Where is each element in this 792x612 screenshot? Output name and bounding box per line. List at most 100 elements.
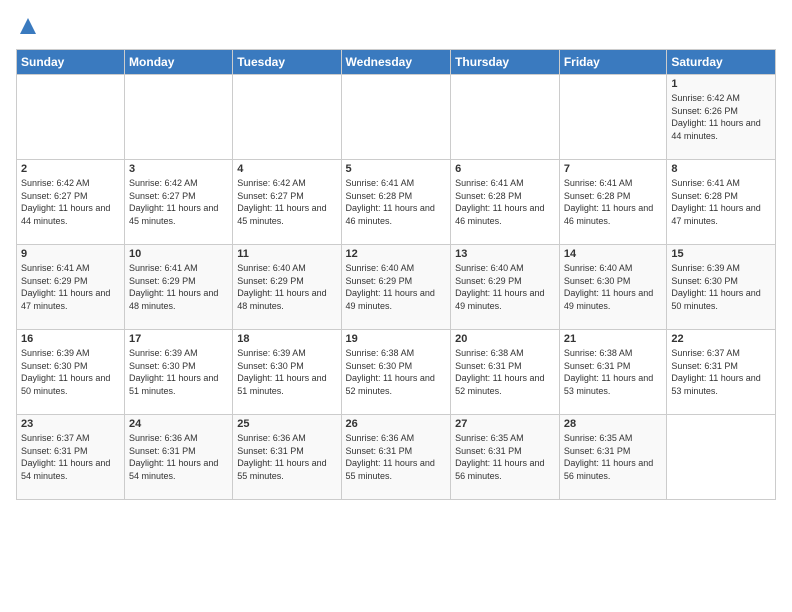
calendar-cell: 10 Sunrise: 6:41 AM Sunset: 6:29 PM Dayli… (125, 245, 233, 330)
calendar-cell: 26 Sunrise: 6:36 AM Sunset: 6:31 PM Dayli… (341, 415, 451, 500)
calendar-cell: 2 Sunrise: 6:42 AM Sunset: 6:27 PM Daylig… (17, 160, 125, 245)
day-info: Sunrise: 6:36 AM Sunset: 6:31 PM Dayligh… (237, 432, 336, 482)
day-number: 23 (21, 418, 120, 430)
day-info: Sunrise: 6:40 AM Sunset: 6:29 PM Dayligh… (455, 262, 555, 312)
day-info: Sunrise: 6:41 AM Sunset: 6:28 PM Dayligh… (346, 177, 447, 227)
logo-icon (18, 16, 38, 36)
day-info: Sunrise: 6:40 AM Sunset: 6:29 PM Dayligh… (346, 262, 447, 312)
day-number: 16 (21, 333, 120, 345)
day-info: Sunrise: 6:41 AM Sunset: 6:29 PM Dayligh… (21, 262, 120, 312)
calendar-cell: 16 Sunrise: 6:39 AM Sunset: 6:30 PM Dayli… (17, 330, 125, 415)
day-number: 11 (237, 248, 336, 260)
day-info: Sunrise: 6:39 AM Sunset: 6:30 PM Dayligh… (237, 347, 336, 397)
day-info: Sunrise: 6:40 AM Sunset: 6:29 PM Dayligh… (237, 262, 336, 312)
calendar-cell: 25 Sunrise: 6:36 AM Sunset: 6:31 PM Dayli… (233, 415, 341, 500)
day-number: 12 (346, 248, 447, 260)
day-number: 15 (671, 248, 771, 260)
col-header-tuesday: Tuesday (233, 50, 341, 75)
day-number: 2 (21, 163, 120, 175)
day-info: Sunrise: 6:42 AM Sunset: 6:27 PM Dayligh… (21, 177, 120, 227)
calendar-cell (125, 75, 233, 160)
calendar-cell: 22 Sunrise: 6:37 AM Sunset: 6:31 PM Dayli… (667, 330, 776, 415)
day-number: 4 (237, 163, 336, 175)
day-number: 1 (671, 78, 771, 90)
calendar-cell: 1 Sunrise: 6:42 AM Sunset: 6:26 PM Daylig… (667, 75, 776, 160)
calendar-cell: 3 Sunrise: 6:42 AM Sunset: 6:27 PM Daylig… (125, 160, 233, 245)
day-info: Sunrise: 6:41 AM Sunset: 6:28 PM Dayligh… (671, 177, 771, 227)
calendar-cell: 28Sunrise: 6:35 AM Sunset: 6:31 PM Dayli… (559, 415, 667, 500)
logo (16, 16, 38, 41)
calendar-cell: 13 Sunrise: 6:40 AM Sunset: 6:29 PM Dayli… (451, 245, 560, 330)
day-number: 24 (129, 418, 228, 430)
calendar-cell: 6 Sunrise: 6:41 AM Sunset: 6:28 PM Daylig… (451, 160, 560, 245)
day-info: Sunrise: 6:41 AM Sunset: 6:28 PM Dayligh… (455, 177, 555, 227)
calendar-cell (233, 75, 341, 160)
day-number: 20 (455, 333, 555, 345)
day-info: Sunrise: 6:39 AM Sunset: 6:30 PM Dayligh… (129, 347, 228, 397)
calendar-cell: 11 Sunrise: 6:40 AM Sunset: 6:29 PM Dayli… (233, 245, 341, 330)
calendar-cell: 8 Sunrise: 6:41 AM Sunset: 6:28 PM Daylig… (667, 160, 776, 245)
day-info: Sunrise: 6:38 AM Sunset: 6:30 PM Dayligh… (346, 347, 447, 397)
day-number: 21 (564, 333, 663, 345)
day-number: 26 (346, 418, 447, 430)
calendar-cell: 20 Sunrise: 6:38 AM Sunset: 6:31 PM Dayli… (451, 330, 560, 415)
calendar-cell (667, 415, 776, 500)
day-info: Sunrise: 6:39 AM Sunset: 6:30 PM Dayligh… (21, 347, 120, 397)
calendar-cell: 4 Sunrise: 6:42 AM Sunset: 6:27 PM Daylig… (233, 160, 341, 245)
calendar-cell: 9 Sunrise: 6:41 AM Sunset: 6:29 PM Daylig… (17, 245, 125, 330)
day-number: 8 (671, 163, 771, 175)
calendar-cell: 21 Sunrise: 6:38 AM Sunset: 6:31 PM Dayli… (559, 330, 667, 415)
day-number: 6 (455, 163, 555, 175)
day-number: 27 (455, 418, 555, 430)
day-info: Sunrise: 6:38 AM Sunset: 6:31 PM Dayligh… (564, 347, 663, 397)
day-info: Sunrise: 6:36 AM Sunset: 6:31 PM Dayligh… (346, 432, 447, 482)
page-header (16, 16, 776, 41)
day-number: 10 (129, 248, 228, 260)
day-number: 7 (564, 163, 663, 175)
calendar-cell: 19 Sunrise: 6:38 AM Sunset: 6:30 PM Dayli… (341, 330, 451, 415)
day-number: 9 (21, 248, 120, 260)
day-info: Sunrise: 6:37 AM Sunset: 6:31 PM Dayligh… (21, 432, 120, 482)
calendar-cell: 27 Sunrise: 6:35 AM Sunset: 6:31 PM Dayli… (451, 415, 560, 500)
day-info: Sunrise: 6:39 AM Sunset: 6:30 PM Dayligh… (671, 262, 771, 312)
day-number: 17 (129, 333, 228, 345)
col-header-friday: Friday (559, 50, 667, 75)
day-number: 13 (455, 248, 555, 260)
day-number: 22 (671, 333, 771, 345)
day-number: 28 (564, 418, 663, 430)
day-number: 25 (237, 418, 336, 430)
day-number: 3 (129, 163, 228, 175)
calendar-cell (341, 75, 451, 160)
day-info: Sunrise: 6:40 AM Sunset: 6:30 PM Dayligh… (564, 262, 663, 312)
day-info: Sunrise: 6:35 AM Sunset: 6:31 PM Dayligh… (455, 432, 555, 482)
day-number: 14 (564, 248, 663, 260)
day-number: 18 (237, 333, 336, 345)
day-info: Sunrise: 6:41 AM Sunset: 6:29 PM Dayligh… (129, 262, 228, 312)
day-info: Sunrise: 6:38 AM Sunset: 6:31 PM Dayligh… (455, 347, 555, 397)
col-header-sunday: Sunday (17, 50, 125, 75)
col-header-monday: Monday (125, 50, 233, 75)
calendar-cell: 5 Sunrise: 6:41 AM Sunset: 6:28 PM Daylig… (341, 160, 451, 245)
calendar-cell: 18 Sunrise: 6:39 AM Sunset: 6:30 PM Dayli… (233, 330, 341, 415)
calendar-cell: 24 Sunrise: 6:36 AM Sunset: 6:31 PM Dayli… (125, 415, 233, 500)
day-info: Sunrise: 6:36 AM Sunset: 6:31 PM Dayligh… (129, 432, 228, 482)
col-header-saturday: Saturday (667, 50, 776, 75)
day-info: Sunrise: 6:42 AM Sunset: 6:26 PM Dayligh… (671, 92, 771, 142)
calendar-cell: 15 Sunrise: 6:39 AM Sunset: 6:30 PM Dayli… (667, 245, 776, 330)
day-info: Sunrise: 6:41 AM Sunset: 6:28 PM Dayligh… (564, 177, 663, 227)
calendar-cell: 12 Sunrise: 6:40 AM Sunset: 6:29 PM Dayli… (341, 245, 451, 330)
col-header-wednesday: Wednesday (341, 50, 451, 75)
day-number: 19 (346, 333, 447, 345)
calendar-cell: 17 Sunrise: 6:39 AM Sunset: 6:30 PM Dayli… (125, 330, 233, 415)
calendar-cell: 14 Sunrise: 6:40 AM Sunset: 6:30 PM Dayli… (559, 245, 667, 330)
day-number: 5 (346, 163, 447, 175)
calendar-table: SundayMondayTuesdayWednesdayThursdayFrid… (16, 49, 776, 500)
day-info: Sunrise: 6:42 AM Sunset: 6:27 PM Dayligh… (129, 177, 228, 227)
calendar-cell: 7 Sunrise: 6:41 AM Sunset: 6:28 PM Daylig… (559, 160, 667, 245)
day-info: Sunrise: 6:37 AM Sunset: 6:31 PM Dayligh… (671, 347, 771, 397)
calendar-cell (559, 75, 667, 160)
day-info: Sunrise: 6:42 AM Sunset: 6:27 PM Dayligh… (237, 177, 336, 227)
col-header-thursday: Thursday (451, 50, 560, 75)
calendar-cell (451, 75, 560, 160)
calendar-cell: 23 Sunrise: 6:37 AM Sunset: 6:31 PM Dayli… (17, 415, 125, 500)
